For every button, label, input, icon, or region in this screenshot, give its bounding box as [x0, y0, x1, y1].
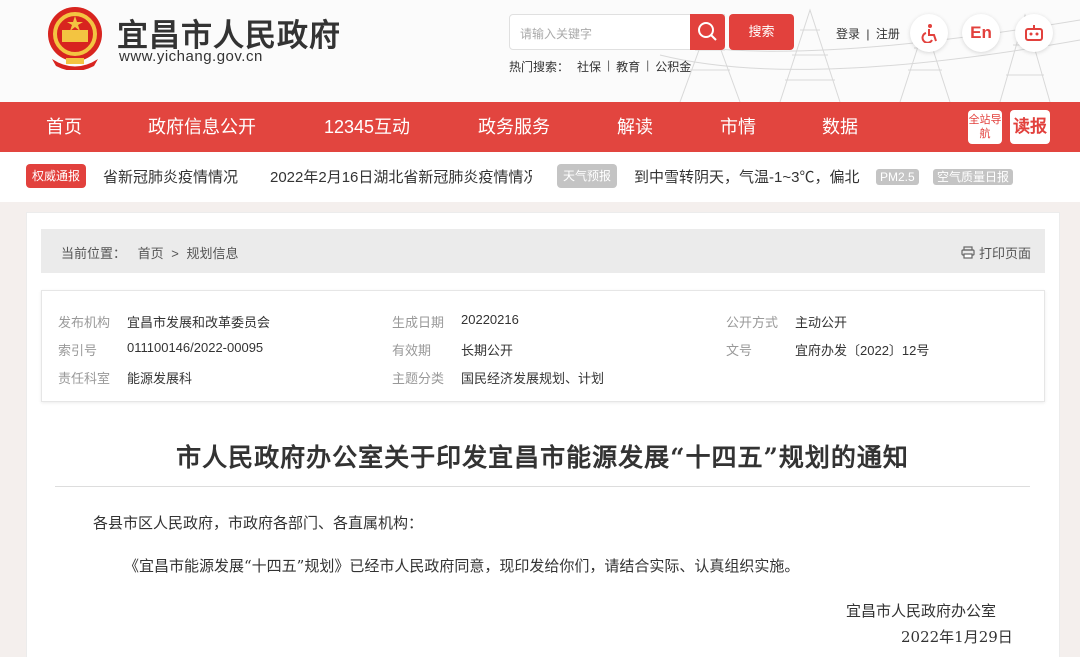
nav-item-info-disclosure[interactable]: 政府信息公开	[148, 102, 256, 152]
divider: |	[866, 27, 870, 41]
document-body: 《宜昌市能源发展“十四五”规划》已经市人民政府同意，现印发给你们，请结合实际、认…	[124, 557, 800, 575]
document-salutation: 各县市区人民政府，市政府各部门、各直属机构：	[93, 514, 424, 532]
search-icon	[698, 22, 717, 41]
document-metadata: 发布机构 宜昌市发展和改革委员会 生成日期 20220216 公开方式 主动公开…	[41, 290, 1045, 402]
english-button[interactable]: En	[962, 14, 1000, 52]
document-signature: 宜昌市人民政府办公室	[846, 602, 997, 620]
national-emblem-icon	[48, 7, 102, 70]
breadcrumb-current[interactable]: 规划信息	[187, 246, 239, 261]
meta-key: 主题分类	[392, 371, 445, 386]
hot-search-label: 热门搜索：	[509, 60, 570, 74]
news-tag: 权威通报	[26, 164, 87, 188]
meta-topic: 国民经济发展规划、计划	[461, 371, 605, 386]
divider: |	[646, 58, 650, 72]
site-url: www.yichang.gov.cn	[119, 48, 263, 65]
main-nav: 首页 政府信息公开 12345互动 政务服务 解读 市情 数据 全站导航 读报	[0, 102, 1080, 152]
weather-tag: 天气预报	[557, 164, 618, 188]
divider: |	[607, 58, 611, 72]
robot-button[interactable]	[1015, 14, 1053, 52]
accessibility-button[interactable]	[910, 14, 948, 52]
hot-search-item[interactable]: 公积金	[655, 58, 691, 75]
meta-key: 有效期	[392, 343, 432, 358]
nav-item-12345[interactable]: 12345互动	[324, 102, 410, 152]
news-item[interactable]: 2022年2月16日湖北省新冠肺炎疫情情况	[270, 166, 532, 187]
meta-docno: 宜府办发〔2022〕12号	[795, 343, 930, 358]
site-nav-button[interactable]: 全站导航	[968, 110, 1002, 144]
login-link[interactable]: 登录	[836, 27, 860, 41]
meta-key: 公开方式	[726, 315, 779, 330]
weather-text: 到中雪转阴天，气温-1~3℃，偏北	[634, 169, 860, 186]
meta-validity: 长期公开	[461, 343, 514, 358]
hot-search: 热门搜索： 社保 | 教育 | 公积金	[509, 58, 691, 75]
hot-search-item[interactable]: 教育	[616, 58, 640, 75]
print-button[interactable]: 打印页面	[961, 243, 1031, 262]
breadcrumb-separator: >	[171, 246, 179, 261]
accessibility-icon	[921, 24, 937, 43]
nav-item-home[interactable]: 首页	[46, 102, 82, 152]
document-sign-date: 2022年1月29日	[901, 628, 1013, 646]
news-item[interactable]: 省新冠肺炎疫情情况	[103, 166, 238, 187]
search-button[interactable]: 搜索	[729, 14, 794, 50]
breadcrumb-home[interactable]: 首页	[138, 246, 164, 261]
meta-key: 文号	[726, 343, 753, 358]
robot-icon	[1025, 25, 1043, 41]
nav-item-interpretation[interactable]: 解读	[617, 102, 653, 152]
login-area: 登录 | 注册	[836, 25, 900, 42]
register-link[interactable]: 注册	[876, 27, 900, 41]
content-panel	[26, 212, 1060, 657]
nav-item-services[interactable]: 政务服务	[478, 102, 550, 152]
meta-publisher: 宜昌市发展和改革委员会	[127, 315, 271, 330]
nav-item-city-info[interactable]: 市情	[720, 102, 756, 152]
pm25-badge[interactable]: PM2.5	[876, 169, 919, 185]
meta-dept: 能源发展科	[127, 371, 193, 386]
printer-icon	[961, 246, 975, 259]
meta-key: 责任科室	[58, 371, 111, 386]
divider	[55, 486, 1030, 487]
read-paper-button[interactable]: 读报	[1010, 110, 1050, 144]
meta-key: 生成日期	[392, 315, 445, 330]
breadcrumb: 当前位置： 首页 > 规划信息 打印页面	[41, 229, 1045, 273]
meta-mode: 主动公开	[795, 315, 848, 330]
site-header: 宜昌市人民政府 www.yichang.gov.cn 请输入关键字 搜索 热门搜…	[0, 0, 1080, 102]
breadcrumb-prefix: 当前位置：	[61, 246, 127, 261]
print-label: 打印页面	[978, 246, 1031, 261]
meta-key: 索引号	[58, 343, 98, 358]
document-title: 市人民政府办公室关于印发宜昌市能源发展“十四五”规划的通知	[176, 443, 909, 472]
meta-index: 011100146/2022-00095	[127, 340, 264, 355]
meta-date: 20220216	[461, 312, 519, 327]
meta-key: 发布机构	[58, 315, 111, 330]
search-icon-button[interactable]	[690, 14, 725, 50]
nav-item-data[interactable]: 数据	[822, 102, 858, 152]
hot-search-item[interactable]: 社保	[577, 58, 601, 75]
aqi-badge[interactable]: 空气质量日报	[933, 169, 1014, 185]
